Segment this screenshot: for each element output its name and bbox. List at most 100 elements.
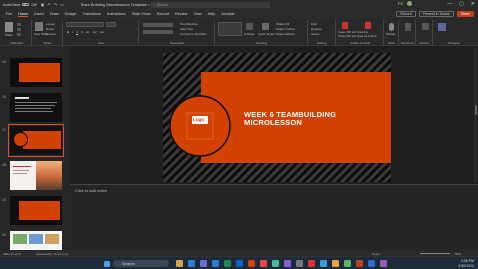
- zoom-level[interactable]: 66%: [455, 252, 461, 256]
- present-icon[interactable]: ▭: [60, 2, 64, 7]
- find-button[interactable]: Find: [311, 22, 317, 26]
- save-icon[interactable]: ▣: [41, 2, 45, 7]
- addins-icon[interactable]: [422, 23, 429, 30]
- change-case-button[interactable]: Aa: [100, 30, 104, 34]
- undo-icon[interactable]: ↶: [47, 2, 50, 7]
- copy-icon[interactable]: [17, 28, 21, 31]
- smartart-label[interactable]: Convert to SmartArt: [180, 32, 207, 36]
- pdf-outlook-icon[interactable]: [365, 22, 371, 29]
- app-icon[interactable]: [320, 260, 327, 267]
- settings-icon[interactable]: [296, 260, 303, 267]
- replace-button[interactable]: Replace: [311, 27, 322, 31]
- align-icons[interactable]: [143, 30, 173, 34]
- share-button[interactable]: Share: [456, 10, 474, 17]
- scrollbar-thumb[interactable]: [474, 105, 477, 115]
- tab-draw[interactable]: Draw: [50, 12, 59, 16]
- maximize-button[interactable]: ▢: [459, 1, 464, 7]
- format-painter-icon[interactable]: [17, 33, 21, 36]
- edge-icon[interactable]: [188, 260, 195, 267]
- font-name-input[interactable]: [66, 22, 104, 27]
- taskbar-search[interactable]: Search: [113, 260, 169, 267]
- onenote-icon[interactable]: [284, 260, 291, 267]
- autosave-control[interactable]: AutoSave Off: [3, 2, 37, 7]
- outlook-icon[interactable]: [236, 260, 243, 267]
- new-slide-icon[interactable]: [35, 22, 43, 31]
- zoom-slider[interactable]: [420, 253, 450, 254]
- app-icon[interactable]: [368, 260, 375, 267]
- autosave-toggle[interactable]: [22, 2, 30, 7]
- spacing-button[interactable]: AV: [93, 30, 97, 34]
- slide-thumbnail-18[interactable]: [10, 161, 62, 190]
- tab-acrobat[interactable]: Acrobat: [221, 12, 234, 16]
- quick-styles-icon[interactable]: [262, 23, 269, 30]
- section-label[interactable]: Section: [46, 32, 56, 36]
- paste-icon[interactable]: [5, 22, 13, 32]
- excel-icon[interactable]: [224, 260, 231, 267]
- select-button[interactable]: Select: [311, 32, 319, 36]
- slide-title[interactable]: WEEK 6 TEAMBUILDING MICROLESSON: [244, 111, 336, 127]
- powerpoint-icon[interactable]: [248, 260, 255, 267]
- tab-transitions[interactable]: Transitions: [82, 12, 100, 16]
- user-account[interactable]: PC: [398, 1, 412, 6]
- app-icon[interactable]: [380, 260, 387, 267]
- reset-label[interactable]: Reset: [46, 27, 54, 31]
- app-icon[interactable]: [332, 260, 339, 267]
- bold-button[interactable]: B: [67, 30, 69, 34]
- app-icon[interactable]: [308, 260, 315, 267]
- vertical-scrollbar[interactable]: [474, 48, 477, 182]
- app-icon[interactable]: [344, 260, 351, 267]
- designer-icon[interactable]: [438, 23, 446, 31]
- avatar[interactable]: [406, 1, 412, 6]
- align-text-label[interactable]: Align Text: [180, 27, 193, 31]
- start-icon[interactable]: [104, 260, 110, 267]
- slide-thumbnail-20[interactable]: [10, 231, 62, 250]
- list-icons[interactable]: [143, 23, 173, 27]
- shadow-button[interactable]: ab: [86, 30, 89, 34]
- close-button[interactable]: ✕: [471, 1, 475, 7]
- shape-fill-label[interactable]: Shape Fill: [276, 22, 289, 26]
- shape-effects-label[interactable]: Shape Effects: [276, 32, 295, 36]
- tab-record[interactable]: Record: [157, 12, 169, 16]
- tab-insert[interactable]: Insert: [34, 12, 44, 16]
- accessibility-status[interactable]: Accessibility: Good to go: [36, 252, 69, 256]
- app-icon[interactable]: [356, 260, 363, 267]
- underline-button[interactable]: U: [76, 30, 78, 34]
- teams-icon[interactable]: [200, 260, 207, 267]
- cut-icon[interactable]: [17, 23, 21, 26]
- redo-icon[interactable]: ↷: [54, 2, 57, 7]
- strikethrough-button[interactable]: S: [81, 30, 83, 34]
- notes-pane[interactable]: Click to add notes: [70, 184, 478, 251]
- arrange-icon[interactable]: [246, 23, 253, 30]
- text-direction-label[interactable]: Text Direction: [180, 22, 198, 26]
- system-tray[interactable]: 2:06 PM 9/30/2024: [458, 259, 474, 268]
- tab-review[interactable]: Review: [175, 12, 187, 16]
- microphone-icon[interactable]: [389, 23, 394, 31]
- tab-home[interactable]: Home: [18, 12, 29, 17]
- shape-outline-label[interactable]: Shape Outline: [276, 27, 295, 31]
- tab-file[interactable]: File: [6, 12, 12, 16]
- slide-thumbnail-19[interactable]: [10, 196, 62, 225]
- minimize-button[interactable]: —: [447, 1, 452, 7]
- sensitivity-icon[interactable]: [405, 23, 411, 31]
- record-button[interactable]: Record: [396, 10, 416, 17]
- file-explorer-icon[interactable]: [176, 260, 183, 267]
- italic-button[interactable]: I: [72, 30, 73, 34]
- notes-button[interactable]: Notes: [372, 252, 380, 256]
- acrobat-icon[interactable]: [260, 260, 267, 267]
- main-slide[interactable]: Logo WEEK 6 TEAMBUILDING MICROLESSON: [163, 53, 391, 182]
- slide-thumbnail-16[interactable]: [10, 93, 62, 122]
- tab-slide-show[interactable]: Slide Show: [132, 12, 151, 16]
- present-teams-button[interactable]: Present in Teams: [418, 10, 454, 17]
- pdf-share-link-icon[interactable]: [342, 22, 348, 29]
- app-icon[interactable]: [272, 260, 279, 267]
- tab-view[interactable]: View: [193, 12, 201, 16]
- tab-help[interactable]: Help: [208, 12, 216, 16]
- search-input[interactable]: ⌕ Search: [150, 1, 270, 8]
- tab-animations[interactable]: Animations: [107, 12, 126, 16]
- word-icon[interactable]: [212, 260, 219, 267]
- slide-thumbnail-15[interactable]: [10, 58, 62, 87]
- tab-design[interactable]: Design: [65, 12, 77, 16]
- layout-label[interactable]: Layout: [46, 22, 55, 26]
- font-size-input[interactable]: [106, 22, 116, 27]
- shapes-gallery[interactable]: [218, 22, 242, 36]
